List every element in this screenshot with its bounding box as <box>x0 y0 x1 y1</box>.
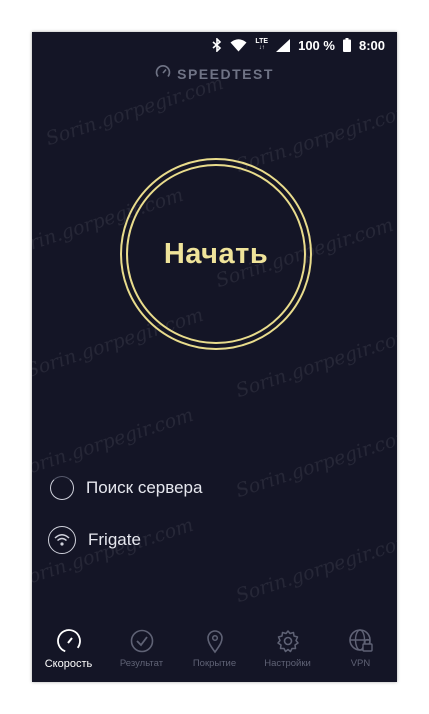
watermark: Sorin.gorpegir.com <box>233 528 397 608</box>
status-bar: LTE ↓↑ 100 % 8:00 <box>32 32 397 58</box>
loading-spinner-icon <box>50 476 74 500</box>
tab-label: Настройки <box>264 658 311 669</box>
watermark: Sorin.gorpegir.com <box>32 403 197 483</box>
watermark: Sorin.gorpegir.com <box>233 423 397 503</box>
start-test-button[interactable]: Начать <box>120 158 312 350</box>
tab-label: Результат <box>119 658 164 669</box>
tab-label: VPN <box>350 658 371 669</box>
phone-screen: Sorin.gorpegir.com Sorin.gorpegir.com So… <box>32 32 397 682</box>
gear-icon <box>275 628 301 654</box>
bottom-tab-bar: Скорость Результат Покрытие Настройки VP… <box>32 620 397 682</box>
network-type: LTE ↓↑ <box>255 38 269 51</box>
checkmark-circle-icon <box>129 628 155 654</box>
brand-name: SPEEDTEST <box>177 65 274 82</box>
tab-label: Покрытие <box>192 658 237 669</box>
globe-lock-icon <box>348 628 374 654</box>
start-button-inner-ring[interactable]: Начать <box>126 164 306 344</box>
server-status-label: Поиск сервера <box>86 478 203 497</box>
battery-icon <box>342 38 351 52</box>
cellular-signal-icon <box>276 38 291 52</box>
start-button-label: Начать <box>163 237 269 270</box>
wifi-icon <box>230 38 247 52</box>
tab-vpn[interactable]: VPN <box>324 620 397 669</box>
gauge-icon <box>155 64 171 83</box>
tab-results[interactable]: Результат <box>105 620 178 669</box>
clock: 8:00 <box>358 37 385 53</box>
bluetooth-icon <box>212 38 222 52</box>
tab-settings[interactable]: Настройки <box>251 620 324 669</box>
watermark: Sorin.gorpegir.com <box>43 71 227 151</box>
network-row: Frigate <box>48 526 141 554</box>
network-name: Frigate <box>88 530 141 549</box>
app-brand: SPEEDTEST <box>32 64 397 83</box>
tab-speed[interactable]: Скорость <box>32 620 105 670</box>
tab-coverage[interactable]: Покрытие <box>178 620 251 669</box>
battery-percent: 100 % <box>298 37 335 53</box>
tab-label: Скорость <box>44 658 93 670</box>
map-pin-icon <box>202 628 228 654</box>
wifi-icon <box>48 526 76 554</box>
server-status-row: Поиск сервера <box>50 476 202 500</box>
speedometer-icon <box>56 628 82 654</box>
